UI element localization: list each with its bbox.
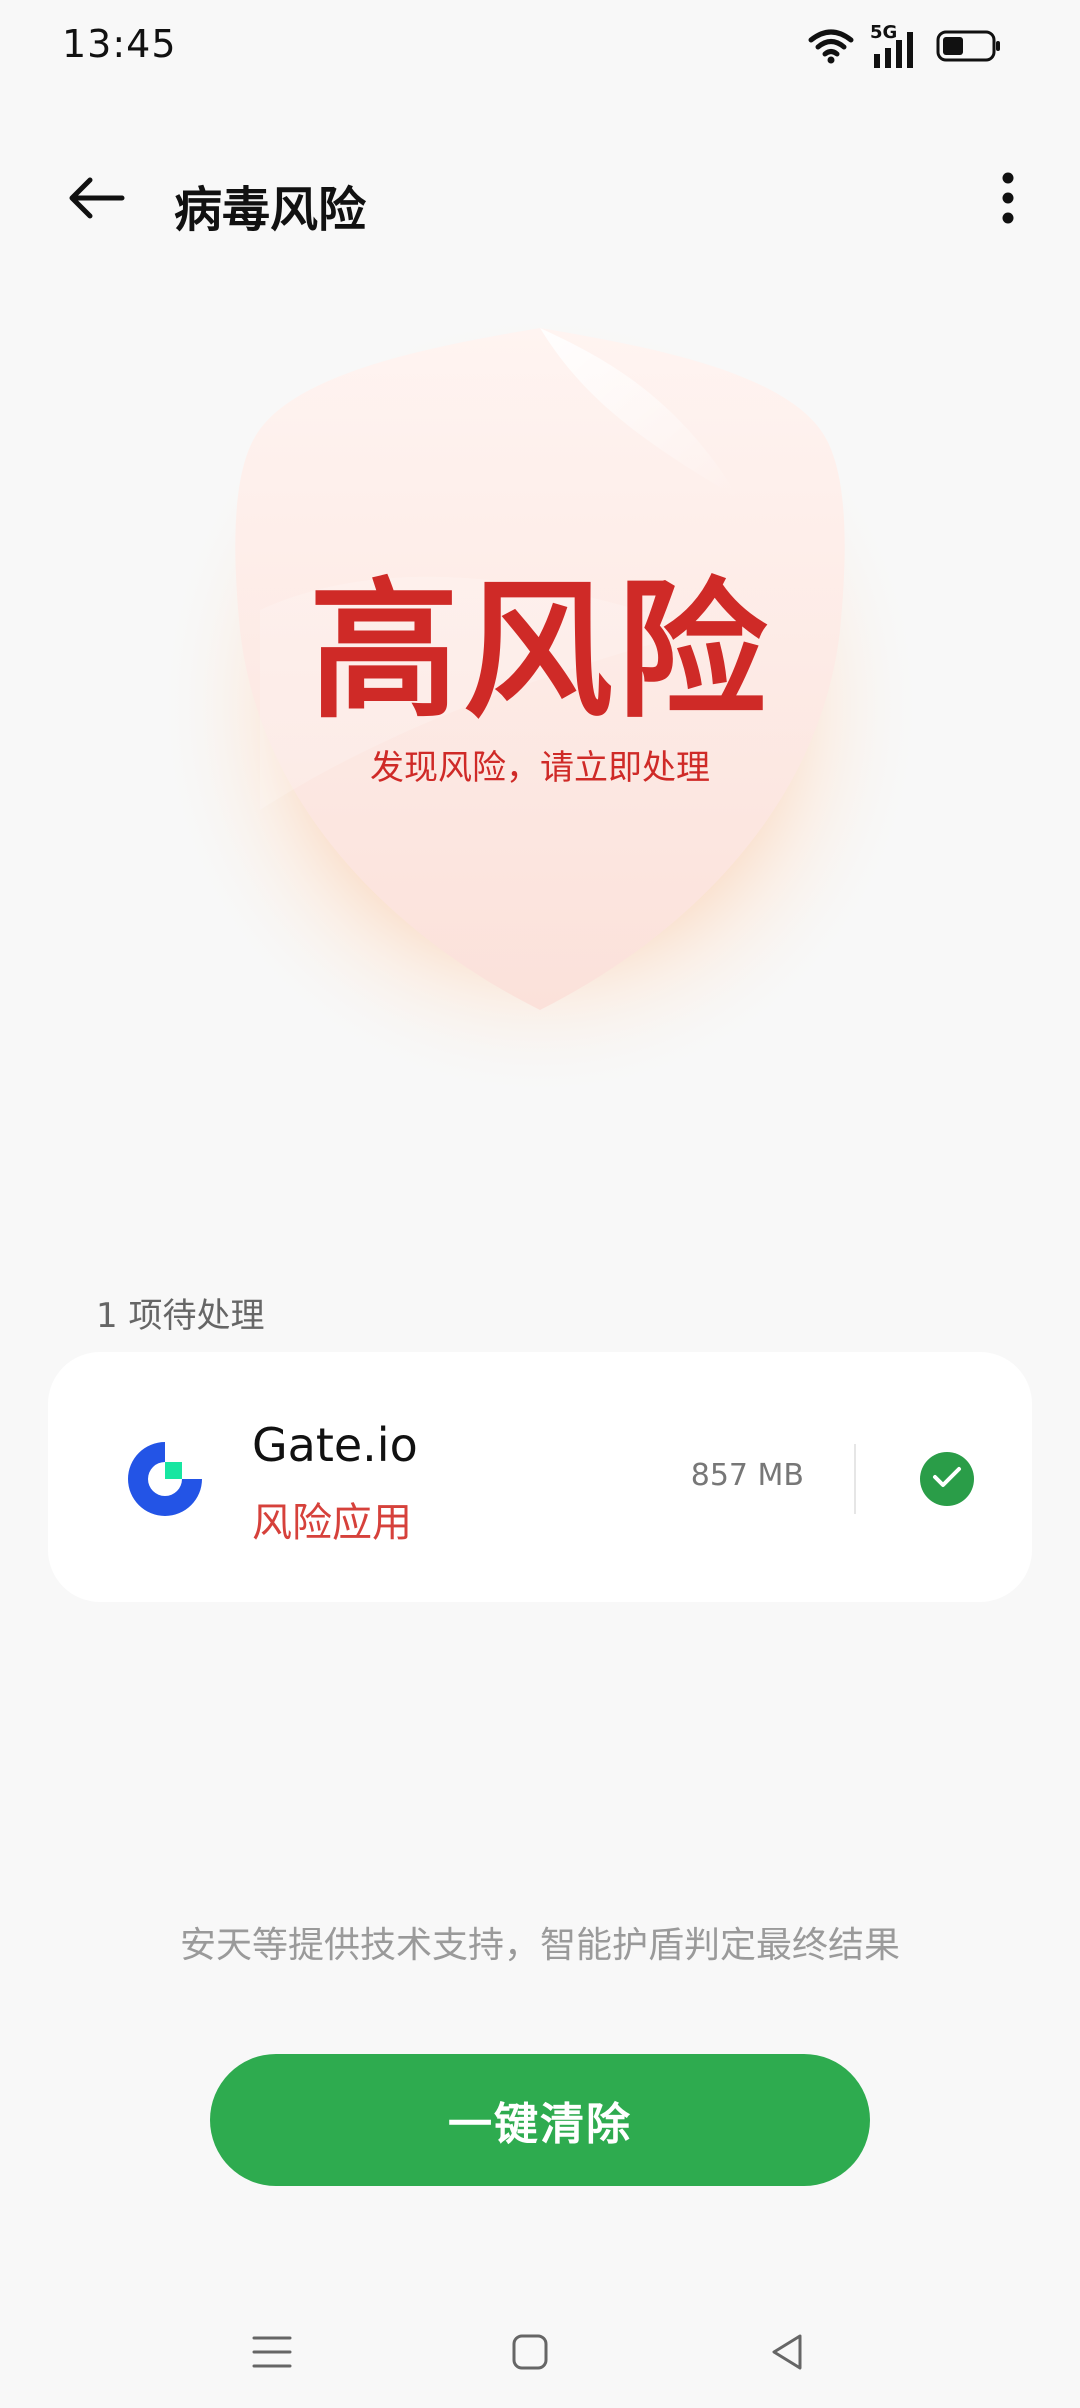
app-size: 857 MB: [690, 1458, 804, 1493]
risk-app-card[interactable]: Gate.io 风险应用 857 MB: [48, 1352, 1032, 1602]
more-vertical-icon: [1001, 171, 1015, 229]
checkmark-icon: [932, 1465, 962, 1493]
wifi-icon: [808, 28, 854, 68]
app-risk-label: 风险应用: [252, 1500, 412, 1546]
back-button[interactable]: [56, 164, 136, 236]
page-title: 病毒风险: [174, 182, 367, 238]
home-button[interactable]: [490, 2322, 570, 2386]
virus-risk-screen: 13:45 5G 病毒风险 高风险 发现风险，请立即处理 1 项待处理 Gate…: [0, 0, 1080, 2408]
home-icon: [510, 2332, 550, 2376]
risk-shield: 高风险 发现风险，请立即处理: [140, 250, 940, 1130]
risk-level: 高风险: [308, 565, 771, 739]
battery-icon: [936, 29, 1002, 67]
status-bar: 13:45 5G: [0, 0, 1080, 96]
status-icons: 5G: [808, 22, 1002, 70]
cellular-signal-icon: 5G: [870, 22, 920, 70]
support-note: 安天等提供技术支持，智能护盾判定最终结果: [179, 1925, 900, 1966]
one-tap-clean-button[interactable]: 一键清除: [210, 2054, 870, 2186]
app-header: 病毒风险: [0, 150, 1080, 250]
status-time: 13:45: [62, 22, 177, 66]
back-nav-button[interactable]: [748, 2322, 828, 2386]
gateio-app-icon: [110, 1424, 220, 1534]
card-divider: [854, 1444, 856, 1514]
pending-count-label: 1 项待处理: [96, 1296, 265, 1336]
more-options-button[interactable]: [978, 164, 1038, 236]
risk-message: 发现风险，请立即处理: [370, 748, 710, 788]
recent-apps-button[interactable]: [232, 2322, 312, 2386]
select-checkbox[interactable]: [920, 1452, 974, 1506]
back-arrow-icon: [66, 176, 126, 224]
back-triangle-icon: [768, 2332, 808, 2376]
app-name: Gate.io: [252, 1418, 418, 1472]
system-nav-bar: [0, 2300, 1080, 2408]
menu-icon: [252, 2332, 292, 2376]
